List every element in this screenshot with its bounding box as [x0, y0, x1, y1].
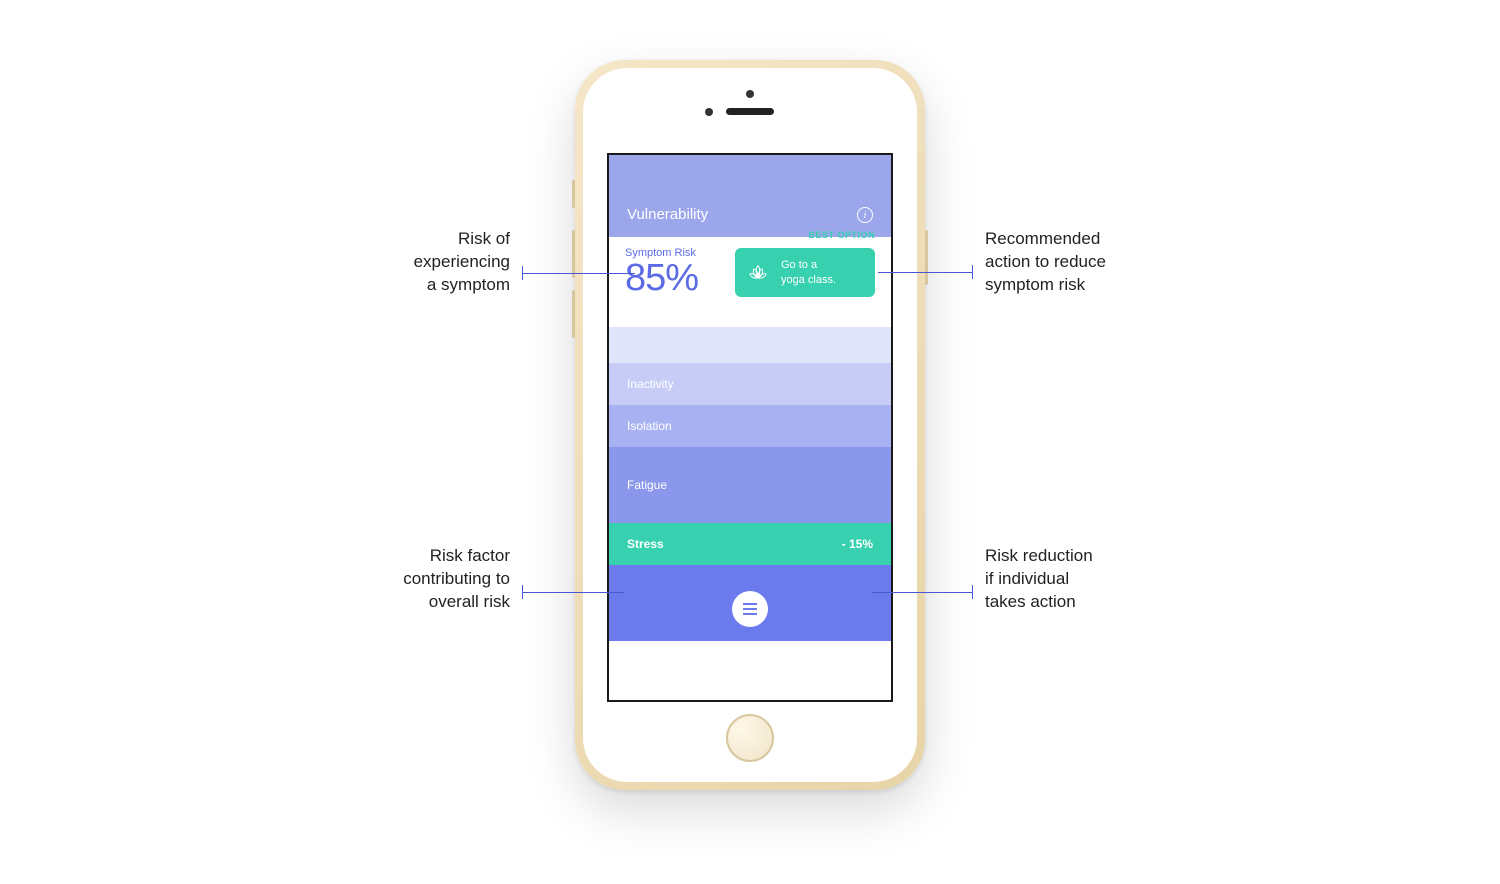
risk-row: Symptom Risk 85% BEST OPTION: [609, 237, 891, 327]
lotus-icon: [745, 260, 771, 286]
home-button[interactable]: [726, 714, 774, 762]
symptom-risk-block: Symptom Risk 85%: [625, 247, 698, 297]
factor-bar-blank[interactable]: [609, 327, 891, 363]
info-icon[interactable]: i: [857, 207, 873, 223]
factor-bar-inactivity[interactable]: Inactivity: [609, 363, 891, 405]
phone-bezel: Vulnerability i Symptom Risk 85% BEST OP…: [583, 68, 917, 782]
phone-volume-down: [572, 290, 575, 338]
factor-bar-stress[interactable]: Stress - 15%: [609, 523, 891, 565]
phone-frame: Vulnerability i Symptom Risk 85% BEST OP…: [575, 60, 925, 790]
phone-volume-up: [572, 230, 575, 278]
menu-icon: [743, 613, 757, 615]
callout-line: [878, 272, 973, 273]
factor-bar-fatigue[interactable]: Fatigue: [609, 447, 891, 523]
phone-camera: [705, 108, 713, 116]
menu-icon: [743, 608, 757, 610]
callout-risk-factor: Risk factorcontributing tooverall risk: [300, 545, 510, 614]
callout-line: [522, 273, 635, 274]
callout-risk-symptom: Risk ofexperiencinga symptom: [300, 228, 510, 297]
phone-speaker: [726, 108, 774, 115]
factor-label: Inactivity: [627, 377, 674, 391]
best-option-label: BEST OPTION: [808, 230, 875, 240]
menu-icon: [743, 603, 757, 605]
callout-recommended-action: Recommendedaction to reducesymptom risk: [985, 228, 1215, 297]
phone-power-button: [925, 230, 928, 285]
factor-reduction-value: - 15%: [842, 537, 873, 551]
app-screen: Vulnerability i Symptom Risk 85% BEST OP…: [607, 153, 893, 702]
factor-label: Stress: [627, 537, 664, 551]
recommended-action-text: Go to ayoga class.: [781, 258, 836, 287]
factor-label: Fatigue: [627, 478, 667, 492]
factor-bar-bottom[interactable]: [609, 565, 891, 641]
factor-bar-isolation[interactable]: Isolation: [609, 405, 891, 447]
callout-line: [522, 592, 624, 593]
risk-factor-bars: Inactivity Isolation Fatigue Stress - 15…: [609, 327, 891, 641]
phone-sensor: [746, 90, 754, 98]
menu-button[interactable]: [732, 591, 768, 627]
phone-mute-switch: [572, 180, 575, 208]
factor-label: Isolation: [627, 419, 672, 433]
page-title: Vulnerability: [627, 206, 708, 223]
app-header: Vulnerability i: [609, 155, 891, 237]
callout-line: [972, 585, 973, 599]
callout-risk-reduction: Risk reductionif individualtakes action: [985, 545, 1215, 614]
callout-line: [872, 592, 973, 593]
callout-line: [972, 265, 973, 279]
recommended-action-card[interactable]: BEST OPTION Go to ayoga class.: [735, 248, 875, 297]
symptom-risk-value: 85%: [625, 259, 698, 297]
